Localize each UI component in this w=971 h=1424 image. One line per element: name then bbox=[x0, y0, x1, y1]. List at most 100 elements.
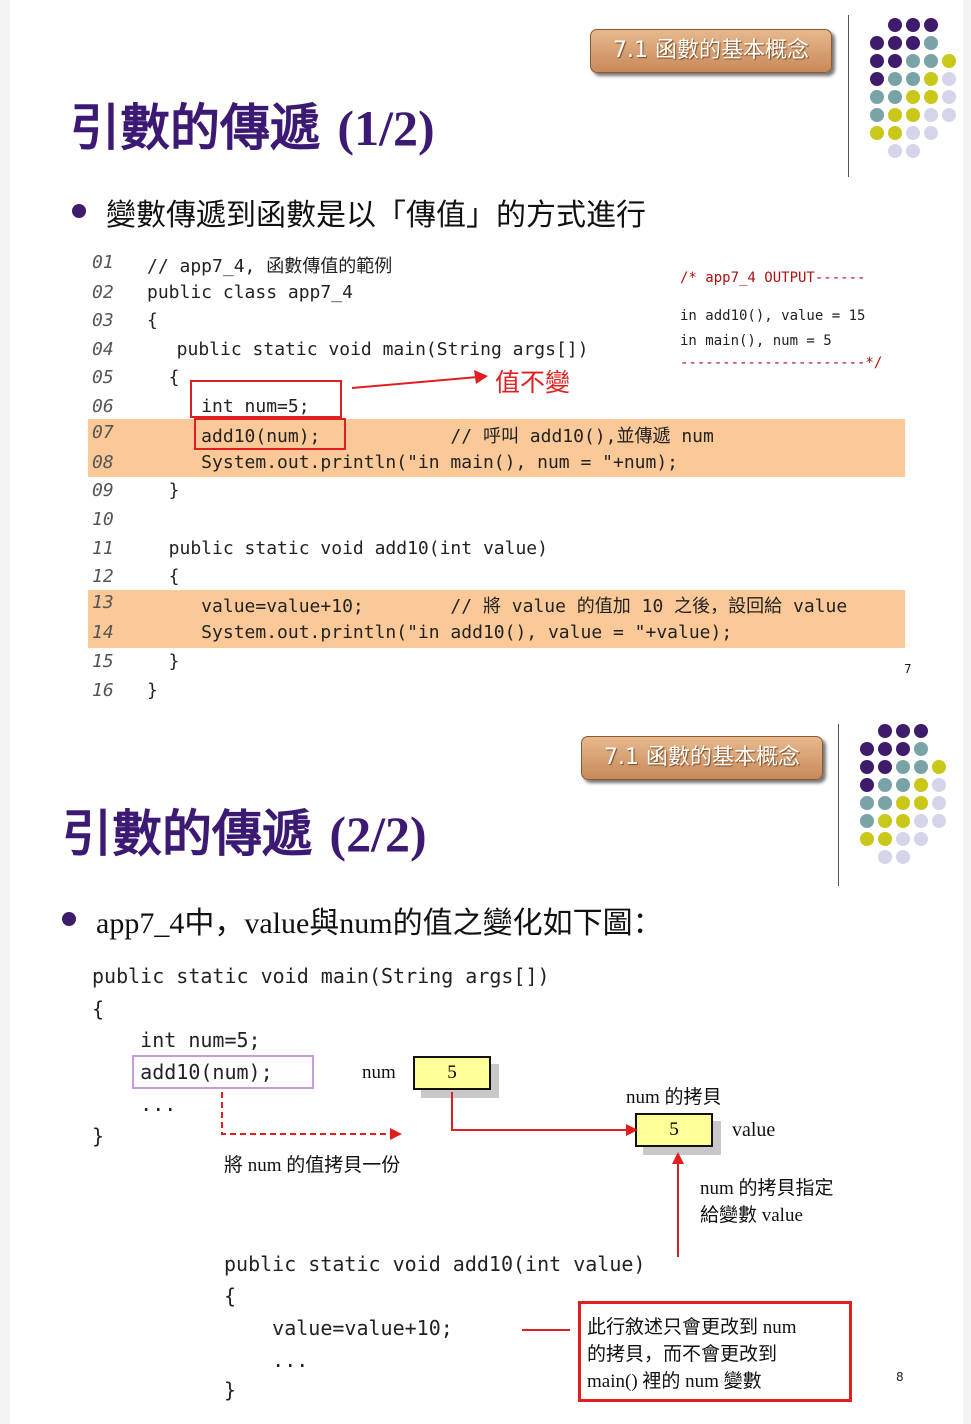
decorative-dot bbox=[906, 72, 920, 86]
code-line: // app7_4, 函數傳值的範例 bbox=[147, 256, 393, 277]
decorative-dot bbox=[878, 778, 892, 792]
decorative-dot bbox=[878, 760, 892, 774]
decorative-dot bbox=[888, 108, 902, 122]
code-line: System.out.println("in main(), num = "+n… bbox=[147, 452, 679, 473]
decorative-dot bbox=[932, 814, 946, 828]
line-number: 13 bbox=[92, 592, 114, 613]
code-line: } bbox=[147, 480, 180, 501]
decorative-dot bbox=[924, 90, 938, 104]
decorative-dot bbox=[914, 724, 928, 738]
line-number: 06 bbox=[92, 396, 114, 417]
line-number: 04 bbox=[92, 339, 114, 360]
annotation-unchanged: 值不變 bbox=[495, 368, 571, 397]
line-number: 15 bbox=[92, 651, 114, 672]
assign-note-line2: 給變數 value bbox=[700, 1205, 803, 1226]
line-number: 02 bbox=[92, 282, 114, 303]
code-line: { bbox=[224, 1284, 237, 1308]
decorative-dot bbox=[914, 832, 928, 846]
decorative-dot bbox=[860, 796, 874, 810]
effect-note-line3: main() 裡的 num 變數 bbox=[587, 1371, 762, 1392]
connector-line bbox=[522, 1329, 570, 1331]
bullet-text: 變數傳遞到函數是以「傳值」的方式進行 bbox=[106, 198, 646, 233]
section-badge: 7.1 函數的基本概念 bbox=[581, 736, 823, 780]
decorative-dot bbox=[878, 742, 892, 756]
line-number: 10 bbox=[92, 509, 114, 530]
code-line: public static void add10(int value) bbox=[224, 1252, 646, 1276]
value-label: value bbox=[732, 1119, 776, 1141]
line-number: 16 bbox=[92, 680, 114, 701]
decorative-dot bbox=[878, 850, 892, 864]
code-line: } bbox=[147, 651, 180, 672]
title-number: (1/2) bbox=[337, 100, 435, 156]
decorative-dot bbox=[906, 54, 920, 68]
decorative-dot bbox=[924, 72, 938, 86]
divider-line bbox=[848, 15, 849, 177]
effect-note-line2: 的拷貝，而不會更改到 bbox=[587, 1344, 778, 1365]
decorative-dot bbox=[906, 108, 920, 122]
decorative-dot bbox=[914, 760, 928, 774]
decorative-dot bbox=[888, 36, 902, 50]
decorative-dot bbox=[896, 796, 910, 810]
decorative-dot bbox=[870, 90, 884, 104]
bullet-text: app7_4中，value與num的值之變化如下圖： bbox=[96, 907, 663, 940]
line-number: 12 bbox=[92, 566, 114, 587]
decorative-dot bbox=[860, 814, 874, 828]
decorative-dot bbox=[906, 90, 920, 104]
decorative-dot bbox=[878, 814, 892, 828]
decorative-dot bbox=[896, 742, 910, 756]
decorative-dot bbox=[870, 126, 884, 140]
decorative-dot bbox=[860, 742, 874, 756]
code-line: { bbox=[147, 367, 180, 388]
line-number: 14 bbox=[92, 622, 114, 643]
decorative-dot bbox=[932, 778, 946, 792]
title-text: 引數的傳遞 bbox=[70, 98, 320, 157]
line-number: 07 bbox=[92, 422, 114, 443]
title-text: 引數的傳遞 bbox=[62, 804, 312, 863]
decorative-dot bbox=[870, 72, 884, 86]
effect-note-box: 此行敘述只會更改到 num 的拷貝，而不會更改到 main() 裡的 num 變… bbox=[578, 1301, 852, 1402]
decorative-dot bbox=[870, 108, 884, 122]
code-line: ... bbox=[92, 1092, 177, 1116]
code-line: public static void main(String args[]) bbox=[92, 964, 550, 988]
decorative-dot bbox=[906, 144, 920, 158]
code-line: System.out.println("in add10(), value = … bbox=[147, 622, 733, 643]
decorative-dot bbox=[924, 108, 938, 122]
decorative-dot bbox=[888, 144, 902, 158]
code-line: public static void add10(int value) bbox=[147, 538, 548, 559]
code-line: int num=5; bbox=[92, 1028, 261, 1052]
decorative-dot bbox=[896, 760, 910, 774]
decorative-dot bbox=[860, 760, 874, 774]
slide-2: 7.1 函數的基本概念 引數的傳遞 (2/2) app7_4中，value與nu… bbox=[0, 712, 971, 1424]
highlight-box-int-num bbox=[190, 380, 342, 418]
decorative-dot bbox=[896, 814, 910, 828]
decorative-dot bbox=[870, 36, 884, 50]
code-line: ... bbox=[224, 1348, 309, 1372]
bullet-dot bbox=[62, 912, 76, 926]
decorative-dot bbox=[870, 54, 884, 68]
decorative-dot bbox=[914, 778, 928, 792]
decorative-dot bbox=[888, 18, 902, 32]
output-line: in add10(), value = 15 bbox=[680, 308, 866, 324]
code-line: } bbox=[147, 680, 158, 701]
decorative-dot bbox=[896, 850, 910, 864]
decorative-dot bbox=[878, 796, 892, 810]
effect-note-line1: 此行敘述只會更改到 num bbox=[587, 1317, 797, 1338]
line-number: 08 bbox=[92, 452, 114, 473]
slide-1: 7.1 函數的基本概念 引數的傳遞 (1/2) 變數傳遞到函數是以「傳值」的方式… bbox=[0, 0, 971, 712]
copy-note: 將 num 的值拷貝一份 bbox=[224, 1155, 401, 1176]
decorative-dot bbox=[924, 18, 938, 32]
page-number: 7 bbox=[904, 662, 912, 676]
decorative-dot bbox=[906, 126, 920, 140]
highlight-box-add10 bbox=[194, 418, 346, 450]
code-line: } bbox=[92, 1124, 105, 1148]
decorative-dot bbox=[906, 36, 920, 50]
decorative-dot bbox=[942, 54, 956, 68]
decorative-dot bbox=[942, 108, 956, 122]
decorative-dot bbox=[906, 18, 920, 32]
decorative-dot bbox=[888, 72, 902, 86]
line-number: 01 bbox=[92, 252, 114, 273]
decorative-dot bbox=[896, 778, 910, 792]
decorative-dot bbox=[914, 796, 928, 810]
decorative-dot bbox=[888, 126, 902, 140]
line-number: 03 bbox=[92, 310, 114, 331]
